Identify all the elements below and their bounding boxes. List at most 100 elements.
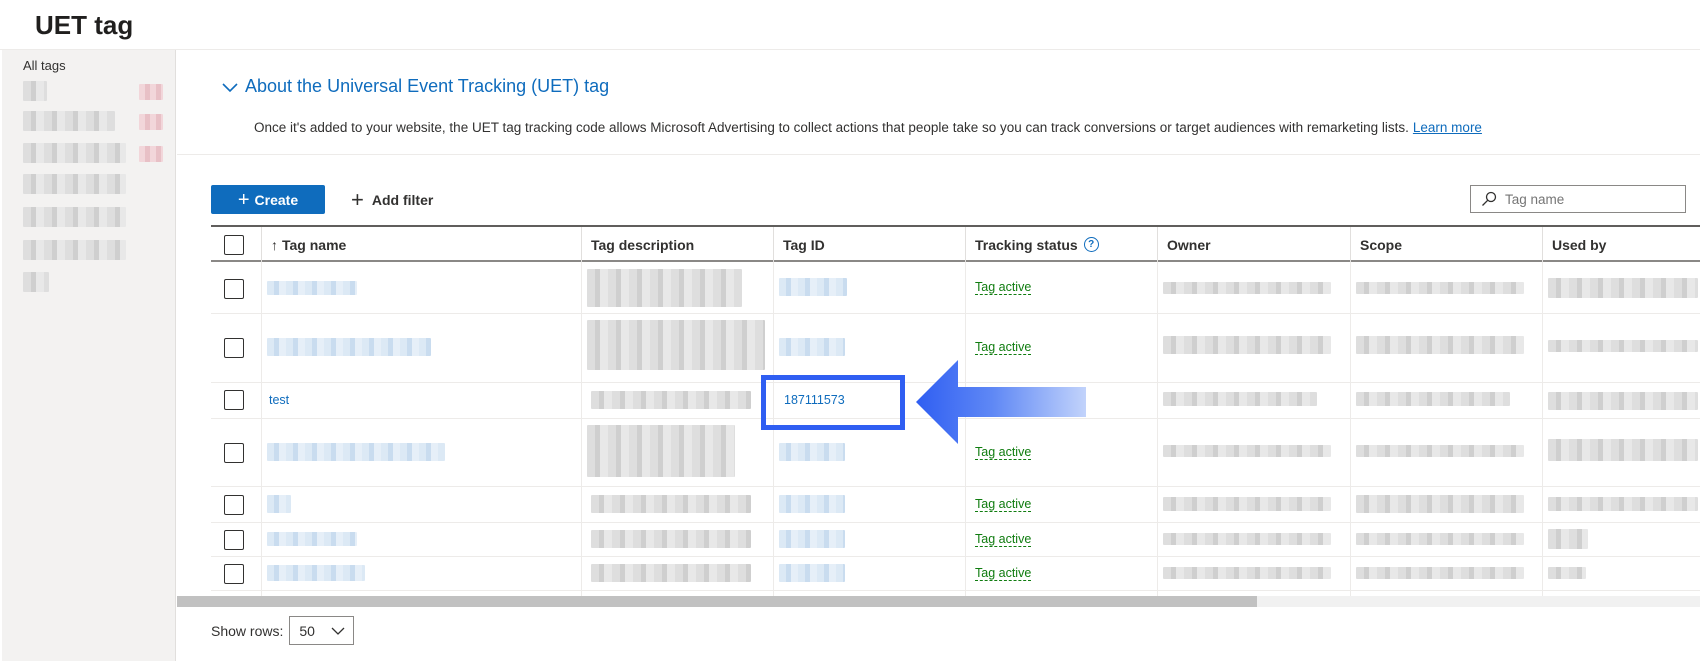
about-toggle[interactable]: About the Universal Event Tracking (UET)…: [221, 76, 609, 97]
search-box[interactable]: [1470, 185, 1686, 213]
scope-redacted: [1356, 533, 1524, 545]
tag-description-redacted: [587, 425, 735, 477]
used-by-redacted: [1548, 392, 1698, 410]
tag-id-redacted[interactable]: [779, 530, 845, 548]
tag-description-redacted: [591, 564, 751, 582]
tag-description-redacted: [591, 391, 751, 409]
help-icon[interactable]: ?: [1083, 237, 1099, 252]
tag-name-redacted[interactable]: [267, 565, 365, 581]
sidebar: All tags: [2, 50, 176, 661]
table-row: Tag active: [211, 557, 1700, 591]
tag-name-search-input[interactable]: [1505, 191, 1675, 207]
about-section: About the Universal Event Tracking (UET)…: [177, 50, 1700, 155]
used-by-redacted: [1548, 529, 1588, 549]
tracking-status[interactable]: Tag active: [975, 566, 1032, 581]
sidebar-item-all-tags[interactable]: All tags: [23, 58, 66, 73]
tag-name-redacted[interactable]: [267, 532, 357, 546]
page-title: UET tag: [35, 10, 134, 40]
scope-redacted: [1356, 445, 1524, 457]
tracking-status[interactable]: Tag active: [975, 280, 1032, 295]
sidebar-item-redacted[interactable]: [23, 111, 115, 131]
about-title: About the Universal Event Tracking (UET)…: [245, 76, 610, 96]
tag-name-redacted[interactable]: [267, 338, 431, 356]
add-filter-label: Add filter: [371, 191, 434, 208]
sidebar-item-redacted[interactable]: [23, 272, 49, 292]
tag-description-redacted: [591, 495, 751, 513]
tag-name-redacted[interactable]: [267, 281, 357, 295]
tag-description-redacted: [591, 530, 751, 548]
tag-name-link[interactable]: test: [269, 393, 289, 407]
used-by-redacted: [1548, 439, 1698, 461]
column-header-tag-name-label: Tag name: [282, 236, 347, 253]
sidebar-item-redacted[interactable]: [23, 240, 126, 260]
tag-id-redacted[interactable]: [779, 564, 845, 582]
owner-redacted: [1163, 336, 1331, 354]
tag-id-redacted[interactable]: [779, 278, 847, 296]
plus-icon: +: [237, 188, 250, 211]
row-checkbox[interactable]: [224, 495, 244, 515]
column-header-tag-id[interactable]: Tag ID: [773, 227, 965, 262]
sort-up-icon: ↑: [271, 236, 278, 253]
tracking-status[interactable]: Tag active: [975, 497, 1032, 512]
column-header-owner[interactable]: Owner: [1157, 227, 1350, 262]
table-footer: Show rows: 50: [211, 616, 355, 645]
column-header-tag-name[interactable]: ↑ Tag name: [261, 227, 581, 262]
column-header-scope[interactable]: Scope: [1350, 227, 1542, 262]
sidebar-item-redacted[interactable]: [23, 174, 126, 194]
owner-redacted: [1163, 533, 1331, 545]
add-filter-button[interactable]: + Add filter: [351, 185, 433, 214]
tag-id-redacted[interactable]: [779, 495, 845, 513]
scope-redacted: [1356, 336, 1524, 354]
rows-per-page-select[interactable]: 50: [289, 616, 355, 645]
learn-more-link[interactable]: Learn more: [1413, 120, 1482, 135]
tag-name-redacted[interactable]: [267, 495, 291, 513]
row-checkbox[interactable]: [224, 443, 244, 463]
tracking-status[interactable]: Tag active: [975, 340, 1032, 355]
select-all-checkbox[interactable]: [224, 235, 244, 255]
scope-redacted: [1356, 495, 1524, 513]
column-header-tag-description[interactable]: Tag description: [581, 227, 773, 262]
used-by-redacted: [1548, 567, 1586, 579]
used-by-redacted: [1548, 340, 1698, 352]
owner-redacted: [1163, 445, 1331, 457]
row-checkbox[interactable]: [224, 390, 244, 410]
header-select-all: [211, 227, 261, 262]
scope-redacted: [1356, 392, 1510, 406]
create-button[interactable]: + Create: [211, 185, 325, 214]
chevron-down-icon: [222, 82, 238, 92]
row-checkbox[interactable]: [224, 530, 244, 550]
table-row: Tag active: [211, 523, 1700, 557]
column-header-tracking-status[interactable]: Tracking status ?: [965, 227, 1157, 262]
sidebar-badge-redacted: [139, 84, 163, 100]
scrollbar-thumb[interactable]: [177, 596, 1257, 607]
tag-id-redacted[interactable]: [779, 338, 845, 356]
about-description-text: Once it's added to your website, the UET…: [254, 120, 1409, 135]
sidebar-badge-redacted: [139, 146, 163, 162]
used-by-redacted: [1548, 497, 1698, 511]
row-checkbox[interactable]: [224, 564, 244, 584]
horizontal-scrollbar[interactable]: [177, 596, 1700, 607]
arrow-annotation-icon: [916, 360, 1086, 444]
owner-redacted: [1163, 567, 1331, 579]
sidebar-item-redacted[interactable]: [23, 207, 126, 227]
owner-redacted: [1163, 282, 1331, 294]
about-description: Once it's added to your website, the UET…: [254, 120, 1482, 135]
row-checkbox[interactable]: [224, 279, 244, 299]
toolbar: + Create + Add filter: [177, 185, 1700, 225]
table-row: Tag active: [211, 262, 1700, 314]
sidebar-badge-redacted: [139, 114, 163, 130]
row-checkbox[interactable]: [224, 338, 244, 358]
chevron-down-icon: [331, 627, 345, 635]
create-label: Create: [254, 191, 299, 208]
tag-id-redacted[interactable]: [779, 443, 845, 461]
table-header-row: ↑ Tag name Tag description Tag ID Tracki…: [211, 225, 1700, 262]
main-content: About the Universal Event Tracking (UET)…: [177, 50, 1700, 661]
highlight-box-annotation: [761, 375, 905, 430]
scope-redacted: [1356, 282, 1524, 294]
tag-name-redacted[interactable]: [267, 443, 445, 461]
sidebar-item-redacted[interactable]: [23, 81, 47, 101]
sidebar-item-redacted[interactable]: [23, 143, 126, 163]
tracking-status[interactable]: Tag active: [975, 445, 1032, 460]
tracking-status[interactable]: Tag active: [975, 532, 1032, 547]
column-header-used-by[interactable]: Used by: [1542, 227, 1700, 262]
